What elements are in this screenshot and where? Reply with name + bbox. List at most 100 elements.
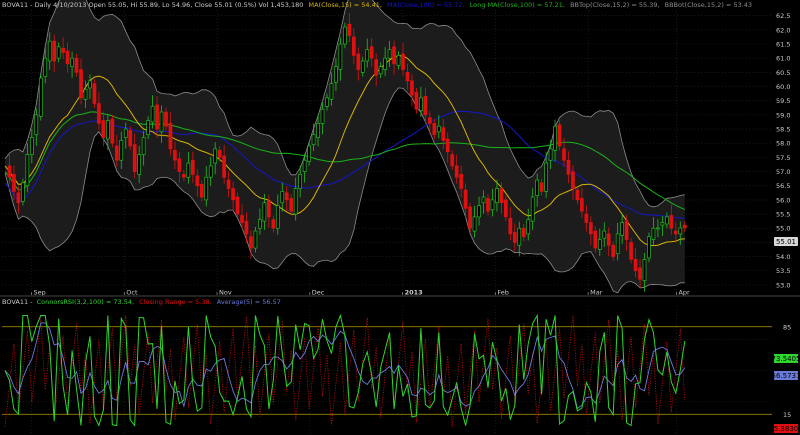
candle-body [347, 23, 352, 36]
last-price-marker: 55.01 [774, 237, 798, 246]
candle-body [629, 242, 633, 260]
y-tick-label: 61.5 [776, 41, 790, 49]
last-price-label: 55.01 [776, 238, 796, 246]
candle-body [52, 40, 57, 62]
x-tick-label: Apr [678, 289, 690, 297]
y-tick-label: 57.5 [776, 154, 790, 162]
candle-body [258, 219, 262, 229]
candle-body [504, 199, 508, 218]
candle-body [329, 83, 334, 100]
x-tick-label: Mar [590, 289, 603, 297]
candle-body [182, 174, 186, 178]
candle-body [651, 227, 656, 240]
candle-body [419, 97, 423, 111]
candle-body [79, 69, 83, 99]
candle-body [597, 239, 602, 250]
candle-body [508, 217, 513, 235]
candle-body [231, 188, 235, 201]
candle-body [495, 188, 499, 204]
candle-body [289, 198, 294, 212]
candle-body [459, 174, 463, 189]
candle-body [334, 66, 338, 83]
candle-body [548, 148, 553, 161]
candle-body [307, 145, 311, 162]
candle-body [642, 259, 647, 282]
candle-body [338, 43, 343, 70]
candle-body [7, 165, 12, 178]
candle-body [244, 220, 249, 235]
candle-body [222, 155, 226, 178]
candle-body [678, 227, 683, 235]
candle-body [110, 118, 115, 144]
x-tick-label: Oct [126, 289, 138, 297]
candle-body [369, 46, 374, 59]
y-tick-label: 59.5 [776, 97, 790, 105]
candle-body [311, 134, 316, 145]
candle-body [173, 149, 177, 161]
candle-body [177, 158, 182, 172]
candle-body [378, 66, 383, 75]
candle-body [611, 244, 616, 257]
streak-value-label: 5.3830 [774, 425, 799, 433]
candle-body [580, 198, 584, 212]
candle-body [387, 49, 392, 59]
header-bb-top: BBTop(Close,15,2) = 55.39, [570, 1, 659, 9]
price-header: BOVA11 - Daily 4/10/2013 Open 55.05, Hi … [2, 1, 752, 9]
header-symbol-info: BOVA11 - Daily 4/10/2013 Open 55.05, Hi … [2, 1, 303, 9]
indicator-header: BOVA11 - ConnorsRSI(3,2,100) = 73.54, Cl… [2, 298, 281, 306]
candle-body [468, 206, 472, 229]
candle-body [535, 179, 540, 196]
header-long-ma: Long MA(Close,100) = 57.21, [470, 1, 565, 9]
candle-body [141, 137, 146, 155]
candle-body [213, 148, 218, 164]
candle-body [168, 123, 173, 150]
candle-body [150, 106, 155, 123]
candle-body [383, 57, 387, 70]
candle-body [240, 215, 244, 223]
candle-body [410, 80, 414, 96]
header-ma100: MA(Close,100) = 55.72, [387, 1, 465, 9]
candle-body [253, 230, 258, 249]
candle-body [486, 198, 490, 212]
candle-body [665, 216, 669, 225]
candle-body [106, 120, 110, 140]
candle-body [267, 200, 271, 218]
candle-body [325, 97, 329, 107]
y-tick-label: 59.0 [776, 111, 790, 119]
candle-body [436, 125, 441, 133]
candle-body [249, 236, 253, 249]
candle-body [114, 145, 119, 161]
candle-body [235, 196, 240, 215]
candle-body [21, 182, 25, 202]
candle-body [432, 123, 437, 136]
level-label: 85 [783, 323, 791, 331]
stock-chart[interactable]: 62.5 62.0 61.5 61.0 60.5 60.0 59.5 59.0 58.5 58.0… [0, 0, 800, 435]
candle-body [615, 233, 620, 255]
candle-body [673, 230, 678, 235]
candle-body [302, 159, 307, 172]
candle-body [405, 72, 410, 82]
candle-body [275, 205, 280, 229]
candle-body [454, 165, 459, 178]
candle-body [128, 130, 133, 147]
y-tick-label: 54.0 [776, 253, 790, 261]
ind-header-connors: ConnorsRSI(3,2,100) = 73.54, [37, 298, 134, 306]
y-tick-label: 57.0 [776, 168, 790, 176]
candle-body [521, 227, 526, 238]
y-tick-label: 62.5 [776, 12, 790, 20]
candle-body [16, 192, 21, 204]
candle-body [123, 128, 128, 138]
candle-body [602, 230, 607, 239]
x-tick-label: 2013 [405, 289, 423, 297]
candle-body [47, 40, 52, 62]
candle-body [396, 54, 401, 66]
candle-body [195, 175, 200, 187]
candle-body [562, 148, 566, 161]
candle-body [43, 57, 48, 77]
header-ma15: MA(Close,15) = 54.41, [309, 1, 382, 9]
candle-body [38, 77, 43, 117]
candle-body [271, 219, 276, 229]
candle-body [204, 176, 209, 201]
connors-value-label: 73.5405 [772, 355, 800, 363]
ind-header-symbol: BOVA11 - [2, 298, 33, 306]
